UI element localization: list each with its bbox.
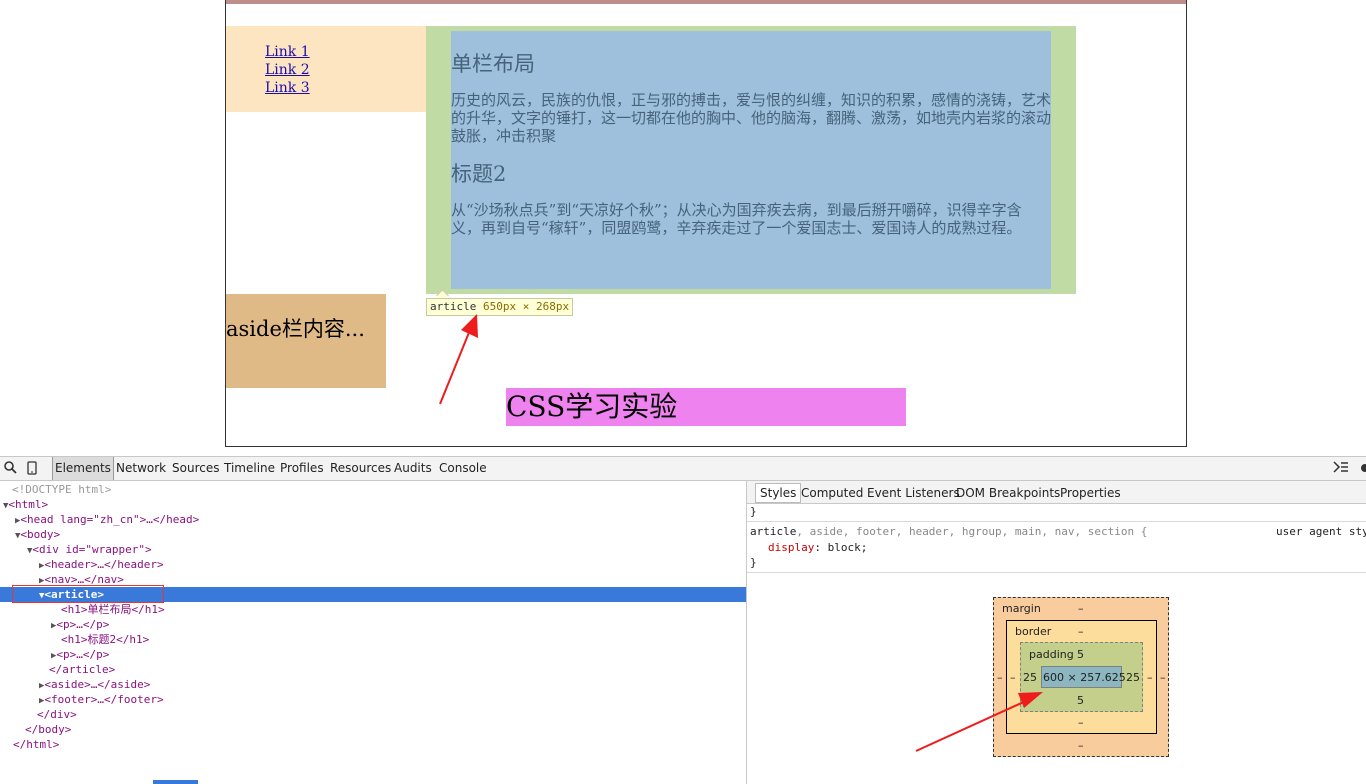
arrow-to-tooltip-icon (439, 314, 478, 405)
arrow-to-content-size-icon (915, 692, 1043, 752)
annotation-arrows (439, 314, 1043, 752)
